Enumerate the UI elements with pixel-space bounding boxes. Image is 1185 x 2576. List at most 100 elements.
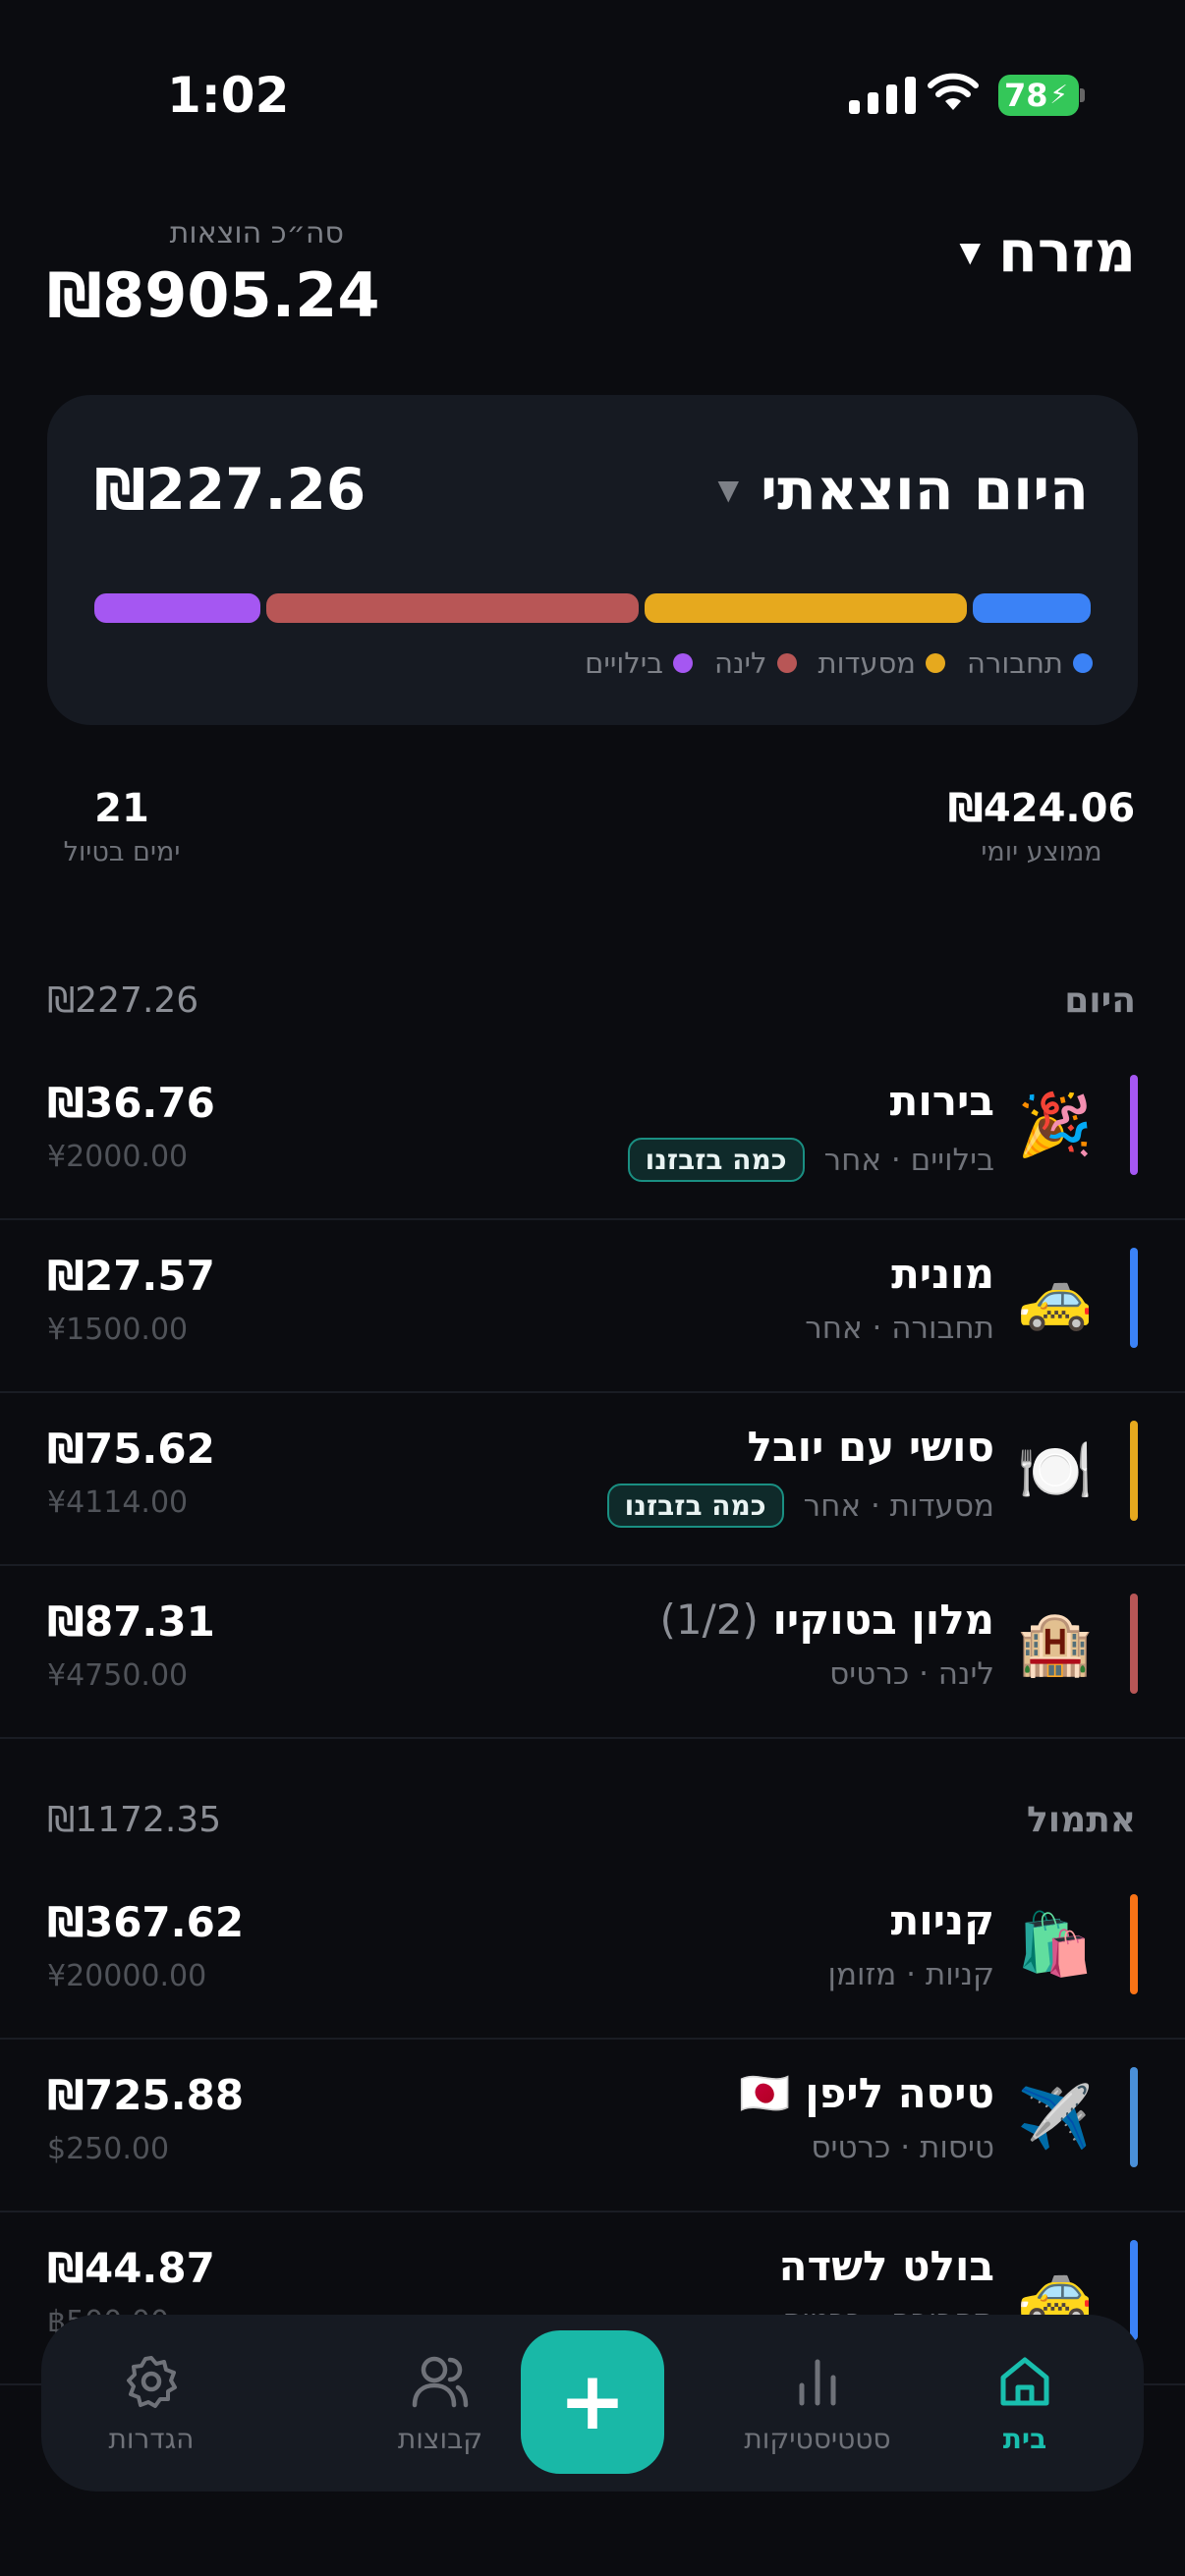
expense-meta: בילויים · אחר כמה בזבזנו	[627, 1138, 994, 1182]
category-icon: 🏨	[1017, 1607, 1094, 1679]
daily-average-stat: ₪424.06 ממוצע יומי	[943, 786, 1140, 868]
expense-meta: טיסות · כרטיס	[811, 2130, 994, 2165]
expense-category: קניות · מזומן	[827, 1957, 994, 1992]
expense-original-amount: ¥20000.00	[47, 1959, 207, 1993]
legend-item: מסעדות	[818, 646, 945, 680]
day-label: היום	[1064, 980, 1136, 1021]
status-time: 1:02	[167, 67, 290, 124]
category-segment	[94, 593, 261, 623]
expense-original-amount: ¥4114.00	[47, 1485, 189, 1520]
expense-title-text: טיסה ליפן	[805, 2069, 994, 2117]
tab-groups-label: קבוצות	[397, 2423, 483, 2455]
expense-amount: ₪75.62	[47, 1425, 215, 1473]
bar-chart-icon	[799, 2359, 836, 2406]
expense-title-text: מלון בטוקיו	[772, 1596, 994, 1644]
category-icon: ✈️	[1017, 2081, 1094, 2153]
category-stripe	[1130, 1248, 1138, 1348]
trip-days-label: ימים בטיול	[63, 837, 181, 868]
expense-original-amount: ¥1500.00	[47, 1313, 189, 1347]
category-icon: 🛍️	[1017, 1908, 1094, 1980]
tab-settings-label: הגדרות	[108, 2423, 195, 2455]
legend-label: מסעדות	[818, 646, 916, 680]
expense-category: טיסות · כרטיס	[811, 2130, 994, 2165]
today-card[interactable]: היום הוצאתי ▼ ₪227.26 תחבורה מסעדות לינה בי…	[47, 395, 1138, 725]
category-icon: 🚕	[1017, 1261, 1094, 1333]
category-stripe	[1130, 2240, 1138, 2340]
today-amount: ₪227.26	[94, 456, 367, 523]
expense-amount: ₪87.31	[47, 1597, 215, 1646]
legend-item: תחבורה	[967, 646, 1093, 680]
tab-home[interactable]: בית	[961, 2352, 1089, 2455]
legend-dot	[776, 653, 797, 673]
category-breakdown-bar	[94, 593, 1091, 623]
expense-row[interactable]: 🛍️ קניות קניות · מזומן ₪367.62 ¥20000.00	[0, 1869, 1185, 2040]
battery-level: 78	[1004, 77, 1048, 114]
day-total: ₪1172.35	[47, 1800, 222, 1840]
daily-average-label: ממוצע יומי	[981, 837, 1102, 868]
daily-average-value: ₪424.06	[947, 786, 1136, 831]
expense-row[interactable]: 🎉 בירות בילויים · אחר כמה בזבזנו ₪36.76 ¥2000…	[0, 1049, 1185, 1220]
home-icon	[1000, 2357, 1049, 2406]
expense-amount: ₪27.57	[47, 1252, 215, 1300]
expense-title: בולט לשדה	[779, 2242, 994, 2290]
shared-badge: כמה בזבזנו	[627, 1138, 805, 1182]
expense-meta: מסעדות · אחר כמה בזבזנו	[606, 1484, 994, 1528]
expense-meta: קניות · מזומן	[828, 1957, 994, 1992]
expense-title: סושי עם יובל	[748, 1423, 994, 1471]
expense-category: לינה · כרטיס	[829, 1656, 994, 1692]
category-stripe	[1130, 2067, 1138, 2167]
day-section-header: אתמול ₪1172.35	[0, 1800, 1185, 1859]
expense-amount: ₪44.87	[47, 2244, 215, 2292]
tab-settings[interactable]: הגדרות	[33, 2352, 269, 2455]
legend-item: בילויים	[585, 646, 693, 680]
today-period-selector[interactable]: היום הוצאתי ▼	[718, 456, 1090, 523]
gear-icon	[127, 2356, 177, 2408]
plus-icon: +	[558, 2355, 627, 2448]
expense-category: בילויים · אחר	[823, 1142, 994, 1178]
category-segment	[644, 593, 968, 623]
legend-dot	[926, 653, 945, 673]
legend-label: לינה	[714, 646, 767, 680]
tab-statistics[interactable]: סטטיסטיקות	[690, 2352, 945, 2455]
legend-label: בילויים	[585, 646, 663, 680]
tab-groups[interactable]: קבוצות	[332, 2352, 548, 2455]
expense-title: מלון בטוקיו (1/2)	[659, 1596, 994, 1644]
expense-amount: ₪725.88	[47, 2071, 245, 2119]
expense-meta: תחבורה · אחר	[805, 1311, 994, 1346]
signal-icon	[849, 77, 916, 114]
total-amount: ₪8905.24	[47, 259, 380, 331]
caret-down-icon: ▼	[959, 235, 982, 268]
total-label: סה״כ הוצאות	[169, 216, 344, 251]
today-label: היום הוצאתי	[761, 456, 1089, 523]
day-label: אתמול	[1027, 1800, 1136, 1840]
battery-icon: 78 ⚡	[998, 75, 1085, 116]
legend-dot	[673, 653, 693, 673]
expense-original-amount: $250.00	[47, 2132, 170, 2166]
expense-meta: לינה · כרטיס	[829, 1656, 994, 1692]
expense-amount: ₪36.76	[47, 1079, 215, 1127]
category-legend: תחבורה מסעדות לינה בילויים	[585, 646, 1093, 680]
status-bar: 1:02 78 ⚡	[0, 0, 1185, 196]
legend-label: תחבורה	[967, 646, 1063, 680]
day-total: ₪227.26	[47, 980, 199, 1021]
add-expense-button[interactable]: +	[521, 2330, 664, 2474]
trip-selector[interactable]: מזרח ▼	[959, 218, 1136, 285]
expense-title-text: בירות	[889, 1077, 994, 1125]
expense-row[interactable]: 🍽️ סושי עם יובל מסעדות · אחר כמה בזבזנו ₪75.…	[0, 1395, 1185, 1566]
trip-days-value: 21	[94, 786, 149, 831]
installment-label: (1/2)	[659, 1596, 759, 1644]
shared-badge: כמה בזבזנו	[606, 1484, 784, 1528]
category-segment	[266, 593, 639, 623]
tab-bar: בית קבוצות + סטטיסטיקות הגדרות	[41, 2315, 1144, 2492]
expense-row[interactable]: ✈️ טיסה ליפן 🇯🇵 טיסות · כרטיס ₪725.88 $250.0…	[0, 2042, 1185, 2212]
category-stripe	[1130, 1594, 1138, 1694]
expense-title: טיסה ליפן 🇯🇵	[739, 2069, 994, 2118]
category-icon: 🎉	[1017, 1089, 1094, 1160]
category-stripe	[1130, 1894, 1138, 1994]
expense-row[interactable]: 🚕 מונית תחבורה · אחר ₪27.57 ¥1500.00	[0, 1222, 1185, 1393]
expense-original-amount: ¥2000.00	[47, 1140, 189, 1174]
expense-row[interactable]: 🏨 מלון בטוקיו (1/2) לינה · כרטיס ₪87.31 ¥475…	[0, 1568, 1185, 1739]
expense-title-text: מונית	[891, 1250, 994, 1298]
category-icon: 🍽️	[1017, 1434, 1094, 1506]
legend-item: לינה	[714, 646, 797, 680]
